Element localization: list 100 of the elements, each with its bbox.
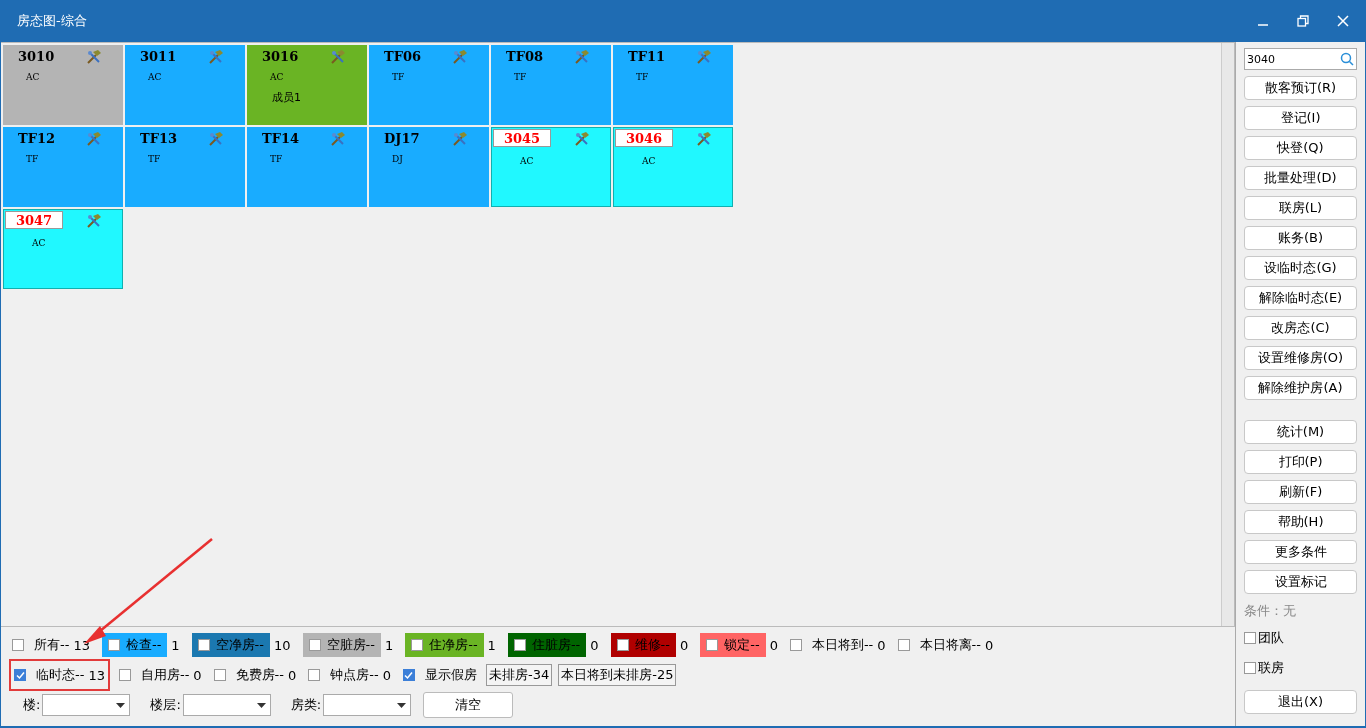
action-button[interactable]: 登记(I) bbox=[1244, 106, 1357, 130]
room-tile[interactable]: TF12 TF bbox=[3, 127, 123, 207]
checkbox[interactable] bbox=[616, 639, 629, 651]
room-type: TF bbox=[514, 72, 527, 82]
room-number: 3010 bbox=[18, 49, 55, 64]
action-button[interactable]: 账务(B) bbox=[1244, 226, 1357, 250]
action-button[interactable]: 联房(L) bbox=[1244, 196, 1357, 220]
action-button[interactable]: 解除临时态(E) bbox=[1244, 286, 1357, 310]
checkbox[interactable] bbox=[1244, 632, 1256, 644]
filter-label: 检查-- bbox=[125, 636, 162, 654]
room-number: TF08 bbox=[506, 49, 543, 64]
action-button[interactable]: 解除维护房(A) bbox=[1244, 376, 1357, 400]
clear-button[interactable]: 清空 bbox=[423, 692, 514, 718]
filter-label: 免费房-- bbox=[235, 666, 284, 684]
room-tile[interactable]: 3011 AC bbox=[125, 45, 245, 125]
room-type: AC bbox=[270, 72, 284, 82]
filter-count: 0 bbox=[382, 667, 391, 683]
checkbox[interactable] bbox=[118, 669, 131, 681]
search-field[interactable]: 3040 bbox=[1244, 48, 1357, 70]
action-button[interactable]: 设临时态(G) bbox=[1244, 256, 1357, 280]
room-number: 3045 bbox=[493, 129, 551, 147]
room-tile[interactable]: TF08 TF bbox=[491, 45, 611, 125]
scrollbar[interactable] bbox=[1221, 43, 1234, 626]
search-icon[interactable] bbox=[1340, 52, 1354, 66]
action-button[interactable]: 散客预订(R) bbox=[1244, 76, 1357, 100]
hammer-wrench-icon bbox=[696, 49, 712, 65]
filter-count: 10 bbox=[274, 637, 291, 653]
room-tile[interactable]: 3046 AC bbox=[613, 127, 733, 207]
checkbox[interactable] bbox=[897, 639, 910, 651]
hammer-wrench-icon bbox=[208, 49, 224, 65]
filter-label: 住脏房-- bbox=[531, 636, 581, 654]
filter-label: 空净房-- bbox=[215, 636, 264, 654]
selector-label: 楼层: bbox=[150, 696, 181, 714]
exit-button[interactable]: 退出(X) bbox=[1244, 690, 1357, 714]
room-number: 3046 bbox=[615, 129, 673, 147]
room-tile[interactable]: 3047 AC bbox=[3, 209, 123, 289]
checkbox[interactable] bbox=[14, 669, 26, 681]
selector-label: 楼: bbox=[23, 696, 41, 714]
filter-count: 0 bbox=[193, 667, 202, 683]
action-button[interactable]: 打印(P) bbox=[1244, 450, 1357, 474]
checkbox[interactable] bbox=[308, 669, 321, 681]
hammer-wrench-icon bbox=[330, 49, 346, 65]
filter-label: 维修-- bbox=[634, 636, 670, 654]
checkbox[interactable] bbox=[706, 639, 719, 651]
room-tile[interactable]: DJ17 DJ bbox=[369, 127, 489, 207]
room-number: 3011 bbox=[140, 49, 177, 64]
hammer-wrench-icon bbox=[574, 49, 590, 65]
caret-icon[interactable] bbox=[397, 702, 407, 708]
checkbox[interactable] bbox=[12, 639, 24, 651]
room-tile[interactable]: 3010 AC bbox=[3, 45, 123, 125]
room-tile[interactable]: TF14 TF bbox=[247, 127, 367, 207]
action-button[interactable]: 更多条件 bbox=[1244, 540, 1357, 564]
checkbox[interactable] bbox=[107, 639, 120, 651]
filter-count: 0 bbox=[679, 637, 689, 653]
room-number: 3047 bbox=[5, 211, 63, 229]
action-button[interactable]: 改房态(C) bbox=[1244, 316, 1357, 340]
room-tile[interactable]: 3016 AC 成员1 bbox=[247, 45, 367, 125]
room-tile[interactable]: TF13 TF bbox=[125, 127, 245, 207]
checkbox[interactable] bbox=[513, 639, 526, 651]
room-type: AC bbox=[26, 72, 40, 82]
checkbox[interactable] bbox=[197, 639, 210, 651]
tally-label: 本日将到未排房-25 bbox=[558, 664, 677, 686]
action-button[interactable]: 帮助(H) bbox=[1244, 510, 1357, 534]
caret-icon[interactable] bbox=[116, 702, 126, 708]
checkbox[interactable] bbox=[1244, 662, 1256, 674]
action-button[interactable]: 刷新(F) bbox=[1244, 480, 1357, 504]
filter-label: 钟点房-- bbox=[330, 666, 379, 684]
room-number: TF14 bbox=[262, 131, 299, 146]
hammer-wrench-icon bbox=[696, 131, 712, 147]
hammer-wrench-icon bbox=[208, 131, 224, 147]
action-button[interactable]: 快登(Q) bbox=[1244, 136, 1357, 160]
action-button[interactable]: 批量处理(D) bbox=[1244, 166, 1357, 190]
checkbox[interactable] bbox=[789, 639, 802, 651]
checkbox[interactable] bbox=[213, 669, 226, 681]
room-type: AC bbox=[642, 156, 656, 166]
window-title: 房态图-综合 bbox=[17, 12, 88, 30]
checkbox[interactable] bbox=[411, 639, 424, 651]
filter-label: 空脏房-- bbox=[326, 636, 375, 654]
room-number: TF06 bbox=[384, 49, 421, 64]
filter-count: 0 bbox=[769, 637, 778, 653]
checkbox[interactable] bbox=[308, 639, 321, 651]
filter-label: 自用房-- bbox=[140, 666, 190, 684]
checkbox[interactable] bbox=[402, 669, 415, 681]
filter-count: 13 bbox=[73, 637, 90, 653]
filter-count: 13 bbox=[88, 667, 105, 683]
filter-label: 临时态-- bbox=[36, 666, 85, 684]
room-tile[interactable]: 3045 AC bbox=[491, 127, 611, 207]
room-tile[interactable]: TF11 TF bbox=[613, 45, 733, 125]
room-type: TF bbox=[636, 72, 649, 82]
room-number: DJ17 bbox=[384, 131, 420, 146]
room-tile[interactable]: TF06 TF bbox=[369, 45, 489, 125]
action-button[interactable]: 设置标记 bbox=[1244, 570, 1357, 594]
action-button[interactable]: 统计(M) bbox=[1244, 420, 1357, 444]
selector-label: 房类: bbox=[290, 696, 322, 714]
hammer-wrench-icon bbox=[86, 49, 102, 65]
room-type: TF bbox=[148, 154, 161, 164]
action-button[interactable]: 设置维修房(O) bbox=[1244, 346, 1357, 370]
caret-icon[interactable] bbox=[256, 702, 266, 708]
room-number: TF13 bbox=[140, 131, 177, 146]
filter-label: 锁定-- bbox=[724, 636, 760, 654]
